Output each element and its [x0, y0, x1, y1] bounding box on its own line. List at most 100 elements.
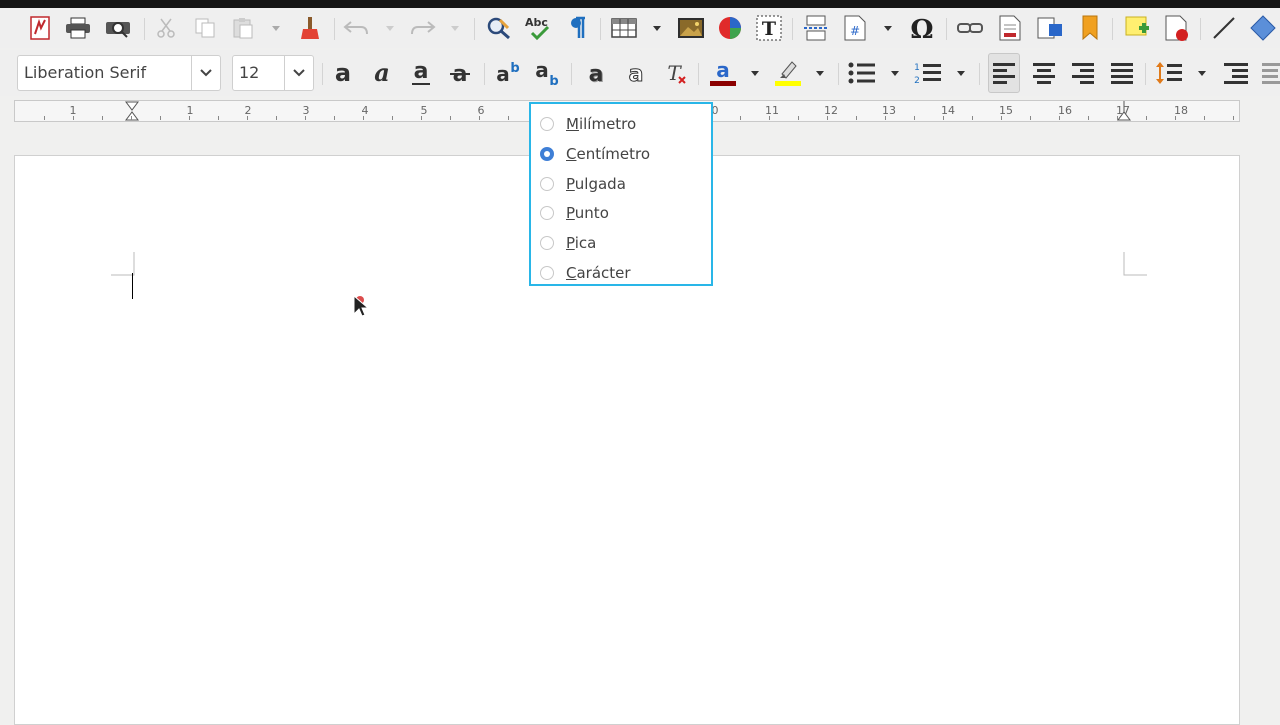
formatting-toolbar: Liberation Serif 12 a a a a ab ab aa a T… — [0, 50, 1280, 96]
line-icon[interactable] — [1210, 8, 1238, 48]
ruler-tick — [392, 116, 393, 120]
chevron-down-icon[interactable] — [284, 56, 313, 90]
font-name-value: Liberation Serif — [24, 63, 147, 82]
hyperlink-icon[interactable] — [956, 8, 984, 48]
menu-item-label: Pulgada — [566, 174, 626, 193]
increase-indent-icon[interactable] — [1222, 53, 1250, 93]
shapes-icon[interactable] — [1249, 8, 1277, 48]
font-color-dropdown-icon[interactable] — [750, 53, 760, 93]
ruler-tick — [1059, 116, 1060, 120]
ruler-number: 18 — [1174, 104, 1188, 117]
insert-table-icon[interactable] — [610, 8, 638, 48]
justify-icon[interactable] — [1108, 53, 1136, 93]
bold-icon[interactable]: a — [329, 53, 357, 93]
align-center-icon[interactable] — [1030, 53, 1058, 93]
redo-icon[interactable] — [409, 8, 437, 48]
separator — [571, 63, 572, 85]
mouse-pointer-icon — [353, 294, 370, 317]
paste-icon[interactable] — [229, 8, 257, 48]
cut-icon[interactable] — [152, 8, 180, 48]
bookmark-icon[interactable] — [1076, 8, 1104, 48]
find-replace-icon[interactable] — [485, 8, 513, 48]
menu-item-label: Punto — [566, 203, 609, 222]
paste-dropdown-icon[interactable] — [271, 8, 281, 48]
menu-item-label: Pica — [566, 233, 597, 252]
separator — [792, 18, 793, 40]
svg-text:#: # — [850, 24, 860, 38]
radio-icon[interactable] — [540, 116, 554, 131]
insert-textbox-icon[interactable]: T — [755, 8, 783, 48]
ruler-tick — [740, 116, 741, 120]
insert-field-dropdown-icon[interactable] — [883, 8, 893, 48]
numbered-list-icon[interactable]: 12 — [914, 53, 942, 93]
ruler-tick — [508, 116, 509, 120]
radio-icon[interactable] — [540, 235, 554, 250]
track-changes-icon[interactable] — [1163, 8, 1191, 48]
radio-icon[interactable] — [540, 205, 554, 220]
endnote-icon[interactable] — [1036, 8, 1064, 48]
strikethrough-icon[interactable]: a — [446, 53, 474, 93]
radio-icon[interactable] — [540, 146, 554, 161]
insert-table-dropdown-icon[interactable] — [652, 8, 662, 48]
subscript-icon[interactable]: ab — [533, 53, 561, 93]
svg-text:b: b — [549, 74, 558, 86]
decrease-indent-icon[interactable] — [1260, 53, 1280, 93]
print-preview-icon[interactable] — [104, 8, 132, 48]
menu-item-punto[interactable]: Punto — [531, 198, 711, 227]
page-break-icon[interactable] — [802, 8, 830, 48]
undo-icon[interactable] — [342, 8, 370, 48]
undo-dropdown-icon[interactable] — [385, 8, 395, 48]
clear-formatting-icon[interactable]: T — [662, 53, 690, 93]
ruler-number: 1 — [186, 104, 194, 117]
font-name-combo[interactable]: Liberation Serif — [17, 55, 221, 91]
svg-text:a: a — [374, 60, 390, 86]
numbered-list-dropdown-icon[interactable] — [956, 53, 966, 93]
special-character-icon[interactable]: Ω — [908, 8, 936, 48]
clone-formatting-icon[interactable] — [296, 8, 324, 48]
bullet-list-dropdown-icon[interactable] — [890, 53, 900, 93]
standard-toolbar: Abc T # Ω — [0, 8, 1280, 48]
menu-item-pulgada[interactable]: Pulgada — [531, 169, 711, 198]
ruler-tick — [334, 116, 335, 120]
insert-image-icon[interactable] — [677, 8, 705, 48]
shadow-icon[interactable]: aa — [582, 53, 610, 93]
menu-item-centimetro[interactable]: Centímetro — [531, 139, 711, 168]
redo-dropdown-icon[interactable] — [450, 8, 460, 48]
radio-icon[interactable] — [540, 265, 554, 280]
menu-item-caracter[interactable]: Carácter — [531, 258, 711, 287]
ruler-tick — [73, 116, 74, 120]
ruler-unit-menu: Milímetro Centímetro Pulgada Punto Pica … — [529, 102, 713, 286]
chevron-down-icon[interactable] — [191, 56, 220, 90]
superscript-icon[interactable]: ab — [494, 53, 522, 93]
line-spacing-icon[interactable] — [1155, 53, 1183, 93]
footnote-icon[interactable] — [996, 8, 1024, 48]
bullet-list-icon[interactable] — [848, 53, 876, 93]
ruler-tick — [131, 116, 132, 120]
menu-item-pica[interactable]: Pica — [531, 228, 711, 257]
comment-icon[interactable] — [1124, 8, 1152, 48]
menu-item-milimetro[interactable]: Milímetro — [531, 109, 711, 138]
formatting-marks-icon[interactable] — [564, 8, 592, 48]
radio-icon[interactable] — [540, 176, 554, 191]
outline-icon[interactable]: a — [622, 53, 650, 93]
highlight-icon[interactable] — [774, 53, 802, 93]
ruler-number: 2 — [244, 104, 252, 117]
copy-icon[interactable] — [191, 8, 219, 48]
pdf-export-icon[interactable] — [26, 8, 54, 48]
font-size-combo[interactable]: 12 — [232, 55, 314, 91]
align-left-icon[interactable] — [988, 53, 1020, 93]
insert-chart-icon[interactable] — [716, 8, 744, 48]
spellcheck-icon[interactable]: Abc — [524, 8, 552, 48]
ruler-tick — [1088, 116, 1089, 120]
ruler-tick — [1001, 116, 1002, 120]
align-right-icon[interactable] — [1069, 53, 1097, 93]
underline-icon[interactable]: a — [407, 53, 435, 93]
insert-field-icon[interactable]: # — [841, 8, 869, 48]
font-color-icon[interactable]: a — [709, 53, 737, 93]
italic-icon[interactable]: a — [368, 53, 396, 93]
print-icon[interactable] — [64, 8, 92, 48]
highlight-dropdown-icon[interactable] — [815, 53, 825, 93]
svg-text:a: a — [335, 60, 351, 86]
indent-marker-icon[interactable] — [125, 101, 139, 121]
line-spacing-dropdown-icon[interactable] — [1197, 53, 1207, 93]
